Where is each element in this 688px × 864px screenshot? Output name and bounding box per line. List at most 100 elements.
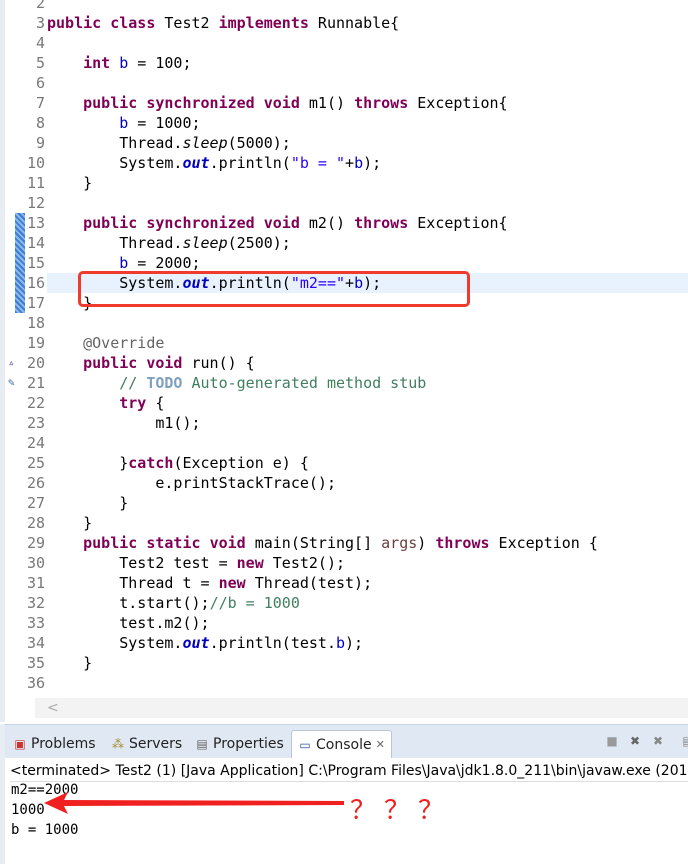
terminate-icon[interactable]: ■ (605, 734, 619, 748)
line-number: 23 (26, 414, 45, 432)
code-token: ); (363, 154, 382, 172)
code-token: new (236, 554, 264, 572)
console-status: <terminated> Test2 (1) [Java Application… (10, 760, 688, 782)
line-number: 22 (26, 394, 45, 412)
code-token: .println(test. (209, 634, 336, 652)
line-number: 19 (26, 334, 45, 352)
tab-servers[interactable]: ⁂ Servers (111, 730, 182, 758)
code-token: } (47, 174, 93, 192)
code-line[interactable]: e.printStackTrace(); (47, 473, 336, 493)
code-token: = 1000; (128, 114, 201, 132)
code-line[interactable]: } (47, 173, 92, 193)
code-line[interactable]: } (47, 493, 128, 513)
code-token: "b = " (290, 154, 346, 172)
code-line[interactable]: Thread.sleep(5000); (47, 133, 291, 153)
tab-properties[interactable]: ▤ Properties (195, 730, 283, 758)
line-number: 4 (35, 34, 45, 52)
code-token: m1(); (47, 414, 201, 432)
code-token: static (146, 534, 201, 552)
code-line[interactable]: m1(); (47, 413, 201, 433)
code-line[interactable]: public void run() { (47, 353, 255, 373)
override-icon: ▵ (8, 356, 15, 369)
remove-all-launches-icon[interactable]: ✖ (651, 734, 665, 748)
code-line[interactable]: t.start();//b = 1000 (47, 593, 300, 613)
code-token: System. (47, 634, 183, 652)
line-number: 5 (35, 54, 45, 72)
code-line[interactable]: try { (47, 393, 164, 413)
code-editor[interactable]: 2 3 public class Test2 implements Runnable… (0, 0, 688, 722)
code-token: (Exception e) { (173, 454, 309, 472)
code-line[interactable]: System.out.println(test.b); (47, 633, 363, 653)
code-token: } (47, 454, 129, 472)
line-number: 33 (26, 614, 45, 632)
code-token: Exception{ (408, 94, 508, 112)
horizontal-scrollbar[interactable]: < (35, 698, 688, 718)
code-token: System. (47, 154, 183, 172)
tab-console[interactable]: ▭ Console ✕ (291, 730, 392, 758)
code-line[interactable]: public class Test2 implements Runnable{ (47, 13, 399, 33)
code-line[interactable]: public synchronized void m2() throws Exc… (47, 213, 508, 233)
code-line[interactable]: int b = 100; (47, 53, 191, 73)
code-token: } (47, 514, 93, 532)
line-number: 14 (26, 234, 45, 252)
code-token: synchronized (146, 214, 255, 232)
code-line[interactable]: public static void main(String[] args) t… (47, 533, 598, 553)
console-output-line: b = 1000 (11, 822, 79, 838)
code-token: int (83, 54, 111, 72)
code-line[interactable]: } (47, 653, 92, 673)
code-line[interactable]: // TODO Auto-generated method stub (47, 373, 426, 393)
code-token: ); (345, 634, 364, 652)
close-icon[interactable]: ✕ (376, 732, 385, 758)
code-line[interactable]: public synchronized void m1() throws Exc… (47, 93, 508, 113)
code-line[interactable]: }catch(Exception e) { (47, 453, 309, 473)
line-number: 27 (26, 494, 45, 512)
console-output-line: 1000 (11, 802, 45, 818)
line-number: 13 (26, 214, 45, 232)
code-line[interactable]: } (47, 513, 92, 533)
code-token: synchronized (146, 94, 255, 112)
line-number: 25 (26, 454, 45, 472)
tab-problems[interactable]: ▣ Problems (13, 730, 95, 758)
line-number: 36 (26, 674, 45, 692)
code-token: @Override (83, 334, 165, 352)
code-line[interactable]: test.m2(); (47, 613, 210, 633)
remove-launch-icon[interactable]: ✖ (628, 734, 642, 748)
code-token: void (263, 214, 300, 232)
line-number: 17 (26, 294, 45, 312)
line-number: 34 (26, 634, 45, 652)
code-token: (2500); (227, 234, 291, 252)
code-token: sleep (182, 234, 228, 252)
code-line[interactable]: @Override (47, 333, 164, 353)
code-token: test.m2(); (47, 614, 210, 632)
code-token: { (146, 394, 165, 412)
clear-console-icon[interactable]: ▤ (681, 734, 688, 748)
line-number: 30 (26, 554, 45, 572)
line-number: 26 (26, 474, 45, 492)
code-line[interactable]: b = 2000; (47, 253, 201, 273)
code-line[interactable]: Thread.sleep(2500); (47, 233, 291, 253)
code-token: b (119, 54, 129, 72)
code-token: e.printStackTrace(); (47, 474, 336, 492)
code-line[interactable]: Thread t = new Thread(test); (47, 573, 372, 593)
code-token: b (336, 634, 346, 652)
code-token: = 2000; (128, 254, 201, 272)
code-token: ) (417, 534, 436, 552)
code-line[interactable]: b = 1000; (47, 113, 201, 133)
line-number: 7 (35, 94, 45, 112)
code-line[interactable]: System.out.println("b = "+b); (47, 153, 381, 173)
line-number: 9 (35, 134, 45, 152)
code-token: args (381, 534, 418, 552)
code-token: Exception{ (408, 214, 508, 232)
line-number: 24 (26, 434, 45, 452)
code-line[interactable]: Test2 test = new Test2(); (47, 553, 345, 573)
scroll-left-arrow[interactable]: < (47, 700, 59, 716)
